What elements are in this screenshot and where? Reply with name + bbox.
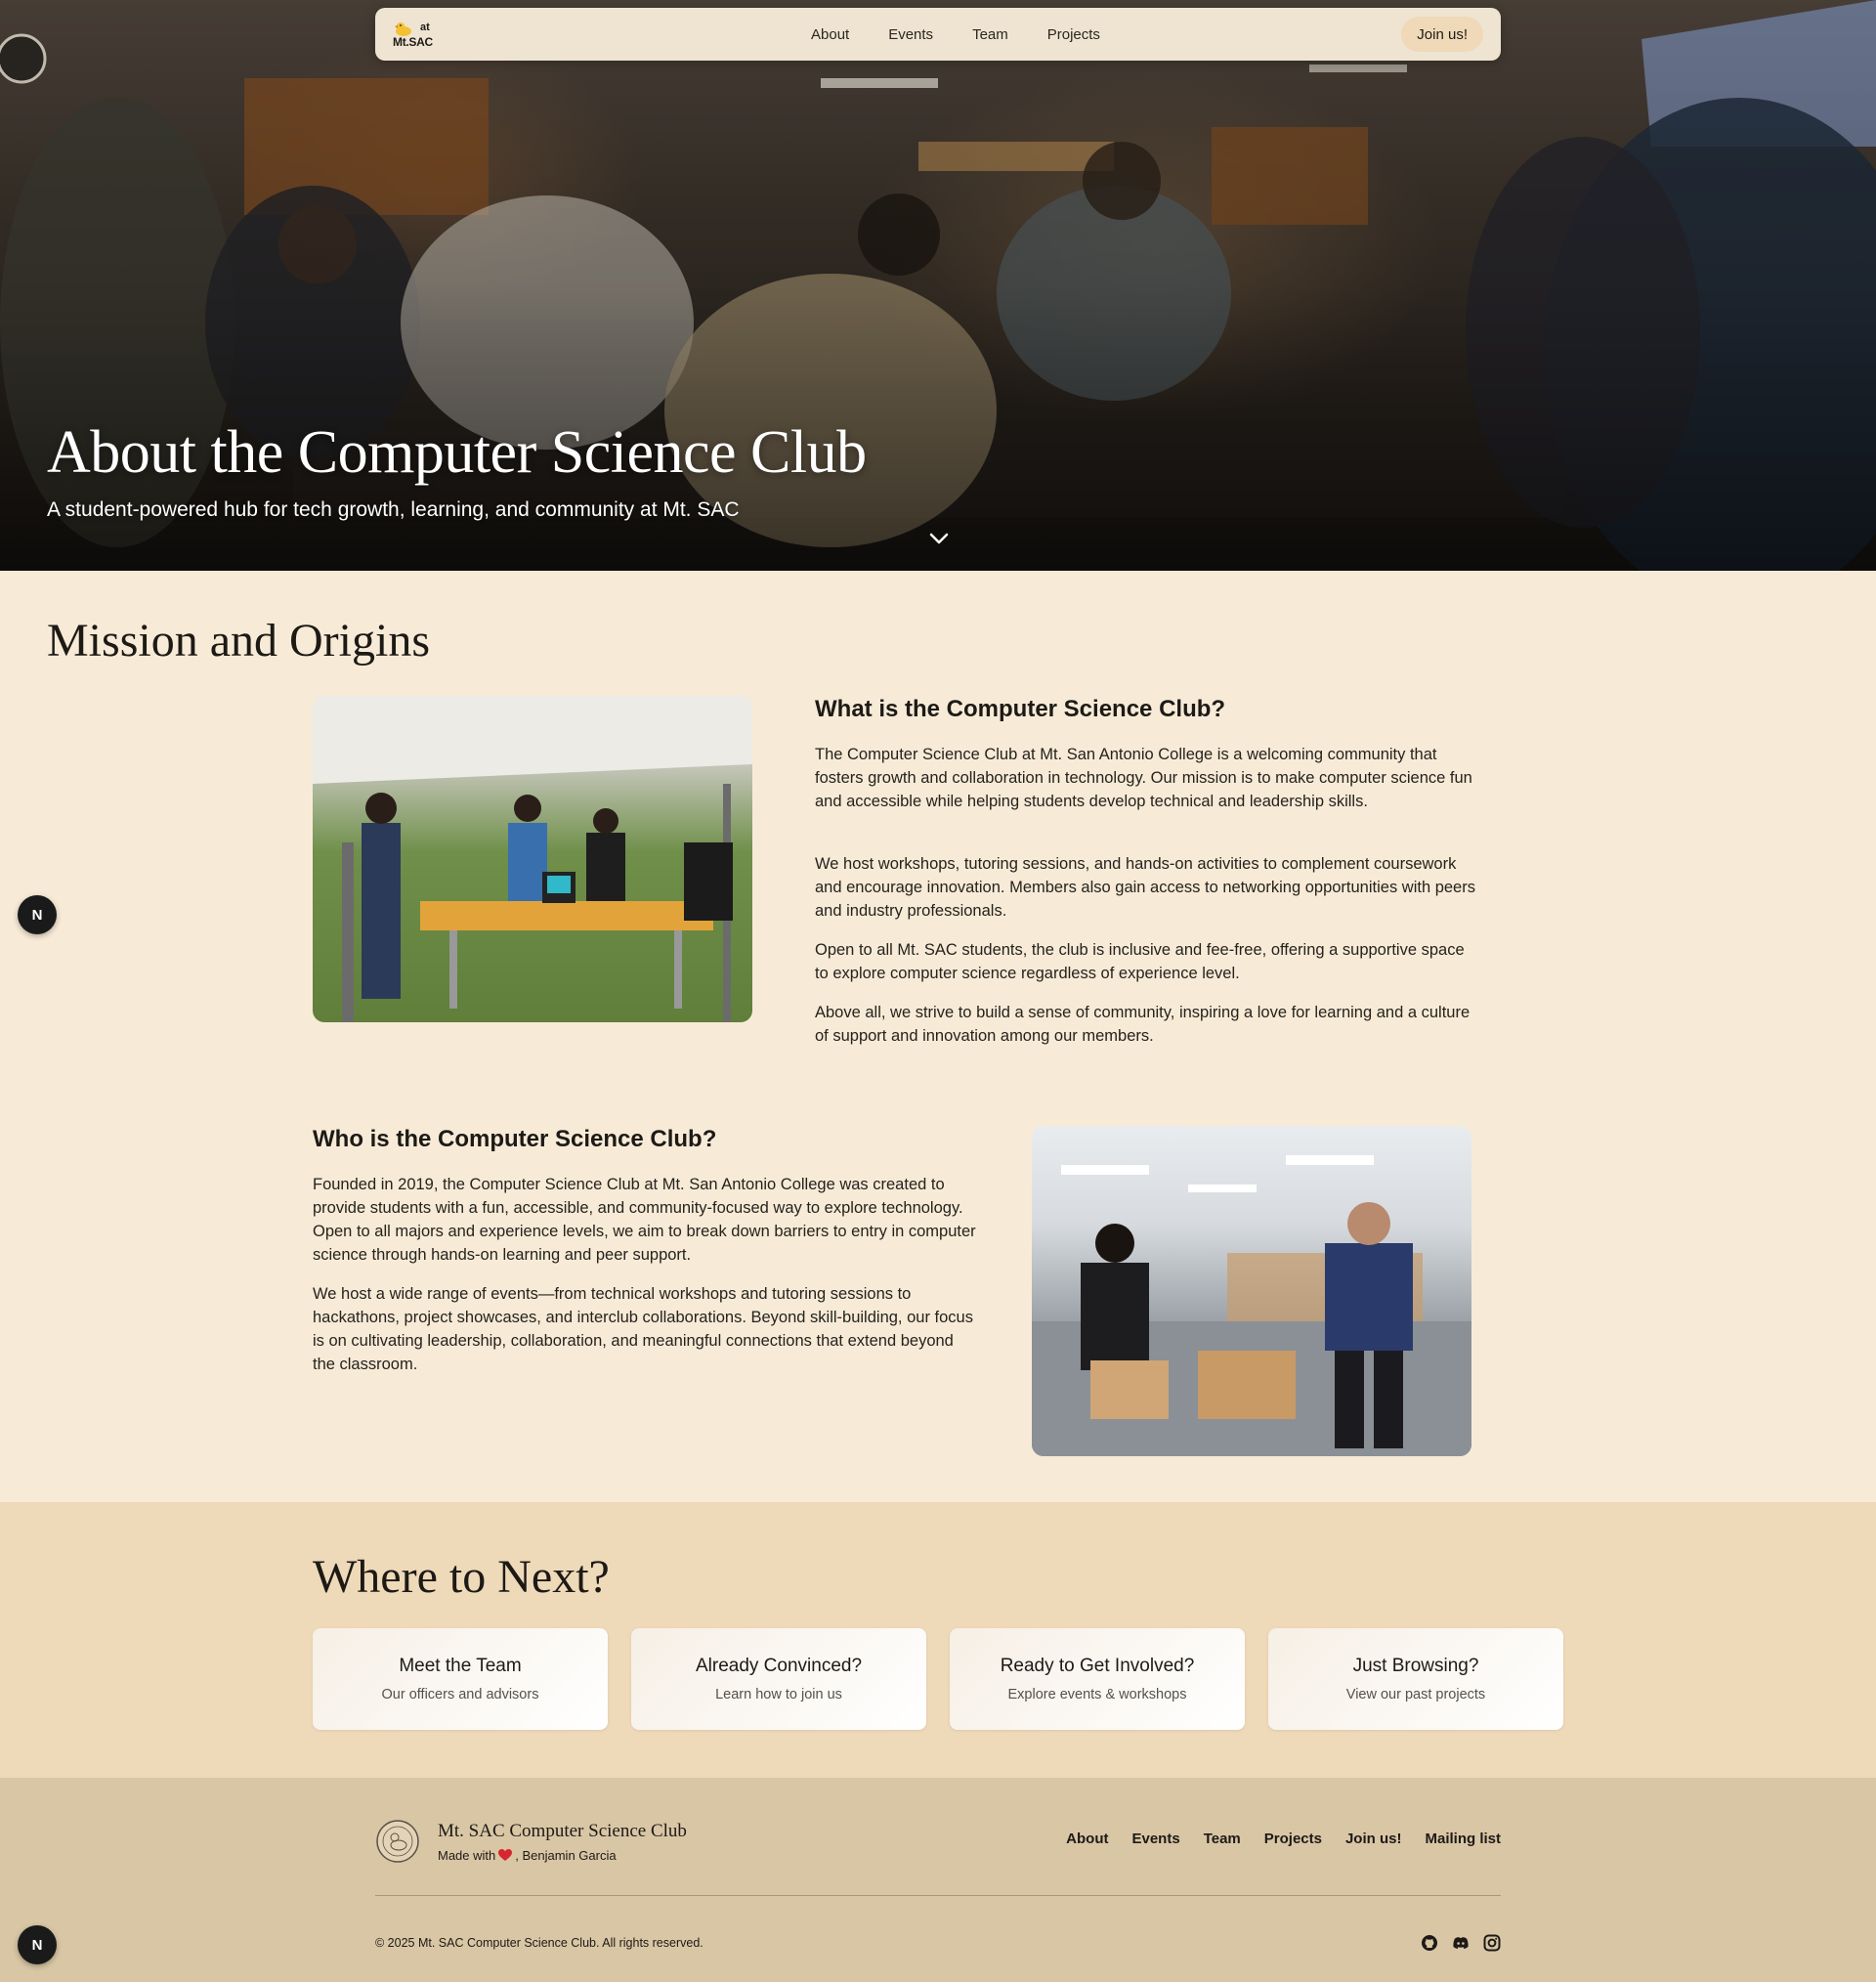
footer-link-team[interactable]: Team bbox=[1204, 1831, 1241, 1847]
card-title: Ready to Get Involved? bbox=[1000, 1656, 1195, 1676]
nav-link-projects[interactable]: Projects bbox=[1047, 26, 1100, 43]
footer-divider bbox=[375, 1895, 1501, 1896]
nav-link-about[interactable]: About bbox=[811, 26, 849, 43]
copyright-text: © 2025 Mt. SAC Computer Science Club. Al… bbox=[375, 1936, 704, 1950]
floating-n-badge[interactable]: N bbox=[18, 895, 57, 934]
nav-links: About Events Team Projects bbox=[811, 8, 1100, 61]
card-subtitle: View our past projects bbox=[1345, 1687, 1486, 1702]
discord-icon[interactable] bbox=[1452, 1934, 1470, 1952]
nav-link-events[interactable]: Events bbox=[888, 26, 933, 43]
footer-link-projects[interactable]: Projects bbox=[1264, 1831, 1322, 1847]
social-links bbox=[1421, 1934, 1501, 1952]
mission-title: Mission and Origins bbox=[47, 615, 431, 667]
logo-name-text: Mt.SAC bbox=[393, 35, 433, 49]
heart-icon bbox=[498, 1849, 513, 1861]
card-already-convinced[interactable]: Already Convinced? Learn how to join us bbox=[631, 1628, 926, 1730]
card-title: Just Browsing? bbox=[1352, 1656, 1479, 1676]
top-navbar: at Mt.SAC About Events Team Projects Joi… bbox=[375, 8, 1501, 61]
footer-link-events[interactable]: Events bbox=[1131, 1831, 1179, 1847]
what-paragraph: Open to all Mt. SAC students, the club i… bbox=[815, 941, 1465, 982]
volunteer-photo bbox=[1032, 1126, 1471, 1456]
card-subtitle: Explore events & workshops bbox=[1007, 1687, 1187, 1702]
what-paragraph: Above all, we strive to build a sense of… bbox=[815, 1004, 1471, 1045]
card-title: Meet the Team bbox=[399, 1656, 522, 1676]
who-paragraph: Founded in 2019, the Computer Science Cl… bbox=[313, 1176, 976, 1264]
card-get-involved[interactable]: Ready to Get Involved? Explore events & … bbox=[950, 1628, 1245, 1730]
club-booth-photo bbox=[313, 696, 752, 1022]
site-footer: Mt. SAC Computer Science Club Made with … bbox=[0, 1778, 1876, 1982]
floating-n-badge[interactable]: N bbox=[18, 1925, 57, 1964]
footer-link-about[interactable]: About bbox=[1066, 1831, 1108, 1847]
who-heading: Who is the Computer Science Club? bbox=[313, 1126, 717, 1152]
club-seal-icon[interactable] bbox=[375, 1819, 420, 1864]
footer-links: About Events Team Projects Join us! Mail… bbox=[1066, 1831, 1501, 1847]
card-subtitle: Learn how to join us bbox=[715, 1687, 842, 1702]
author-text: , Benjamin Garcia bbox=[515, 1848, 617, 1863]
nav-link-team[interactable]: Team bbox=[972, 26, 1008, 43]
instagram-icon[interactable] bbox=[1483, 1934, 1501, 1952]
join-button[interactable]: Join us! bbox=[1401, 17, 1483, 52]
where-next-title: Where to Next? bbox=[313, 1551, 610, 1603]
logo-at-text: at bbox=[420, 22, 430, 33]
what-paragraph: The Computer Science Club at Mt. San Ant… bbox=[815, 746, 1472, 810]
next-cards: Meet the Team Our officers and advisors … bbox=[313, 1628, 1563, 1730]
what-heading: What is the Computer Science Club? bbox=[815, 696, 1226, 722]
card-subtitle: Our officers and advisors bbox=[381, 1687, 539, 1702]
card-title: Already Convinced? bbox=[695, 1656, 863, 1676]
chevron-down-icon[interactable] bbox=[928, 532, 950, 545]
made-with-text: Made with bbox=[438, 1848, 496, 1863]
card-meet-team[interactable]: Meet the Team Our officers and advisors bbox=[313, 1628, 608, 1730]
what-paragraph: We host workshops, tutoring sessions, an… bbox=[815, 855, 1475, 920]
hero-banner: About the Computer Science Club A studen… bbox=[0, 0, 1876, 571]
footer-link-join[interactable]: Join us! bbox=[1345, 1831, 1402, 1847]
footer-credit: Made with , Benjamin Garcia bbox=[438, 1848, 617, 1863]
footer-link-mailing-list[interactable]: Mailing list bbox=[1425, 1831, 1501, 1847]
who-paragraph: We host a wide range of events—from tech… bbox=[313, 1285, 973, 1373]
hero-title: About the Computer Science Club bbox=[47, 419, 867, 486]
github-icon[interactable] bbox=[1421, 1934, 1438, 1952]
hero-subtitle: A student-powered hub for tech growth, l… bbox=[47, 498, 740, 521]
card-just-browsing[interactable]: Just Browsing? View our past projects bbox=[1268, 1628, 1563, 1730]
club-logo[interactable]: at Mt.SAC bbox=[393, 20, 451, 51]
footer-club-name: Mt. SAC Computer Science Club bbox=[438, 1821, 687, 1841]
